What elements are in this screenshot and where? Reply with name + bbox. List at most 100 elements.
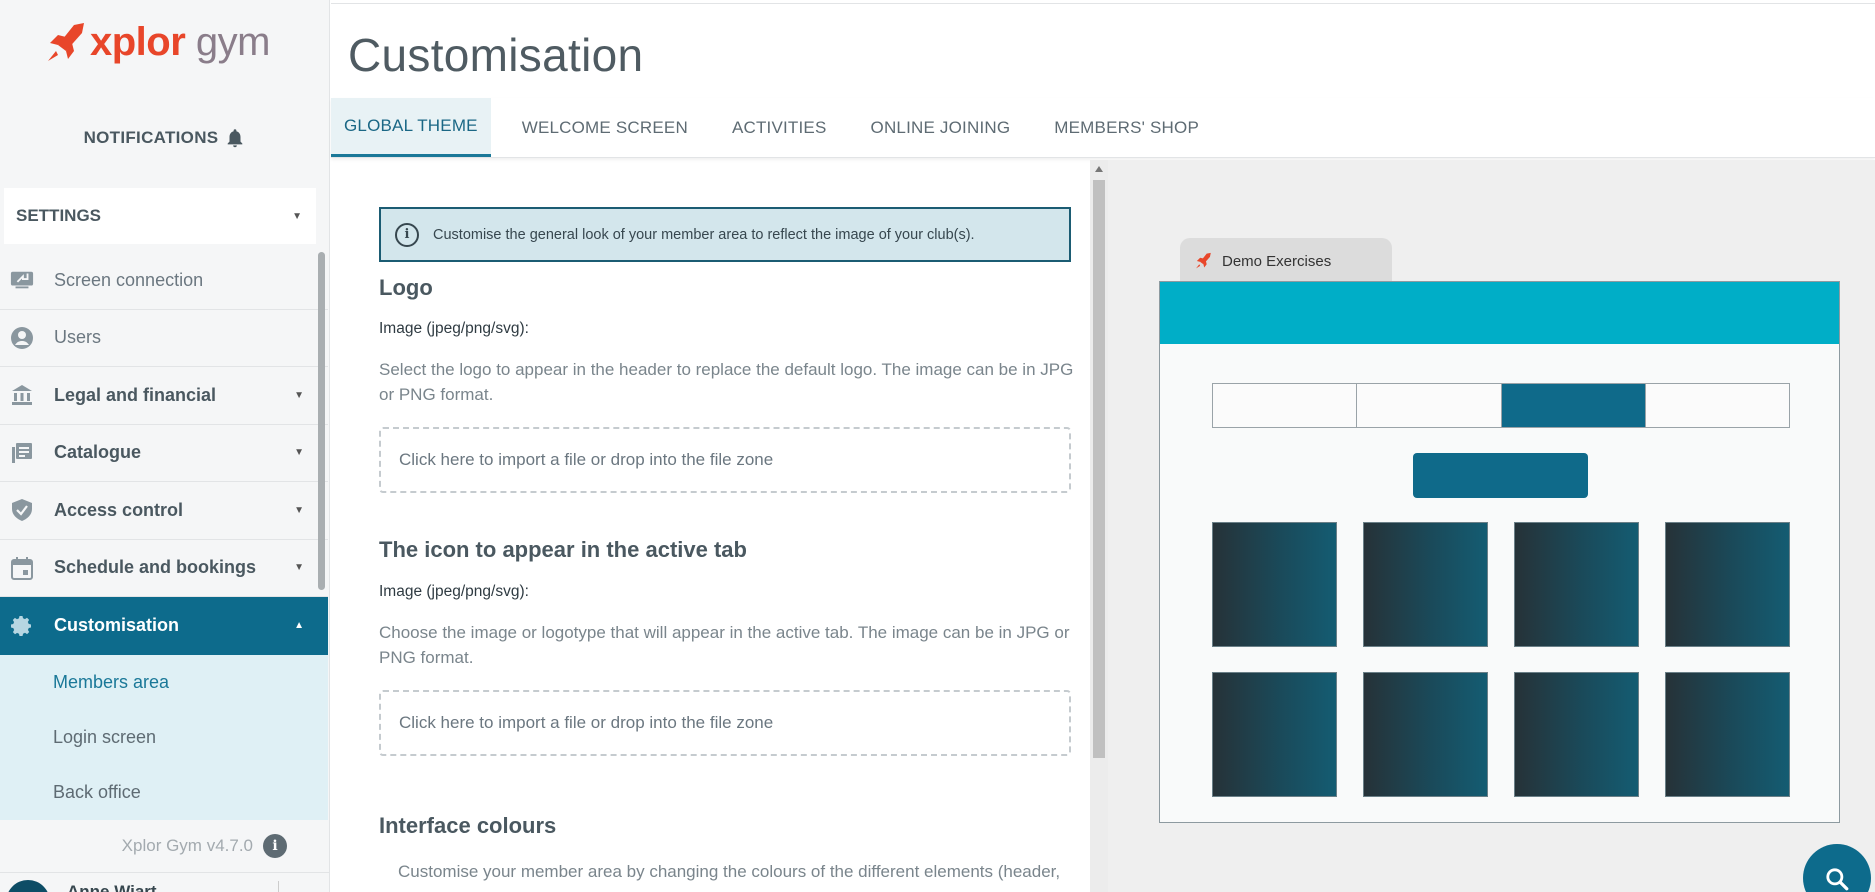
scroll-up-icon[interactable] <box>1095 166 1103 172</box>
shield-check-icon <box>10 498 34 522</box>
preview-tab <box>1357 384 1502 427</box>
preview-tabs <box>1212 383 1790 428</box>
search-icon <box>1826 868 1849 891</box>
user-profile[interactable]: Anne Wiart <box>0 872 330 892</box>
dropzone-label: Click here to import a file or drop into… <box>399 713 774 732</box>
tab-icon-heading: The icon to appear in the active tab <box>379 537 747 562</box>
sidebar-item-legal-and-financial[interactable]: Legal and financial ▼ <box>0 367 328 425</box>
sidebar-item-label: Catalogue <box>54 442 142 463</box>
calendar-icon <box>10 556 34 580</box>
interface-colours-heading: Interface colours <box>379 813 557 838</box>
gear-icon <box>10 614 34 638</box>
logo-heading: Logo <box>379 275 433 300</box>
preview-tile <box>1363 522 1488 647</box>
preview-tile <box>1514 522 1639 647</box>
logo-field-label: Image (jpeg/png/svg): <box>379 320 529 337</box>
sidebar-subitem-label: Back office <box>53 781 141 802</box>
preview-browser-window <box>1159 281 1840 823</box>
sidebar: xplor gym NOTIFICATIONS SETTINGS ▼ Scree… <box>0 0 330 892</box>
logo-description: Select the logo to appear in the header … <box>379 360 1074 404</box>
tab-activities[interactable]: ACTIVITIES <box>719 98 840 157</box>
sidebar-item-schedule-and-bookings[interactable]: Schedule and bookings ▼ <box>0 540 328 597</box>
sidebar-subitem-label: Login screen <box>53 726 157 747</box>
preview-tile <box>1212 672 1337 797</box>
dropzone-label: Click here to import a file or drop into… <box>399 450 774 469</box>
app-logo[interactable]: xplor gym <box>44 20 271 65</box>
preview-browser-tab: Demo Exercises <box>1180 238 1392 284</box>
divider <box>278 881 279 892</box>
preview-tab-title: Demo Exercises <box>1222 252 1332 270</box>
preview-tab-selected <box>1501 384 1646 427</box>
tab-label: MEMBERS' SHOP <box>1054 117 1199 137</box>
sidebar-subitem-login-screen[interactable]: Login screen <box>0 710 328 765</box>
sidebar-item-label: Customisation <box>54 615 180 636</box>
version-label: Xplor Gym v4.7.0 <box>121 836 253 855</box>
settings-select[interactable]: SETTINGS ▼ <box>4 188 316 244</box>
sidebar-subitem-back-office[interactable]: Back office <box>0 765 328 820</box>
info-alert: i Customise the general look of your mem… <box>379 207 1071 262</box>
sidebar-item-label: Access control <box>54 499 184 520</box>
sidebar-item-label: Users <box>54 327 102 348</box>
avatar <box>6 880 50 892</box>
tab-icon-file-dropzone[interactable]: Click here to import a file or drop into… <box>379 690 1071 756</box>
logo-file-dropzone[interactable]: Click here to import a file or drop into… <box>379 427 1071 493</box>
page-title: Customisation <box>348 29 644 81</box>
notifications-label: NOTIFICATIONS <box>83 128 219 147</box>
preview-tile <box>1665 522 1790 647</box>
sidebar-item-customisation[interactable]: Customisation ▲ <box>0 597 328 655</box>
sidebar-item-catalogue[interactable]: Catalogue ▼ <box>0 425 328 482</box>
tab-welcome-screen[interactable]: WELCOME SCREEN <box>509 98 701 157</box>
form-scrollbar[interactable] <box>1090 160 1108 892</box>
caret-up-icon: ▲ <box>294 620 304 632</box>
version-info: Xplor Gym v4.7.0 i <box>122 834 287 858</box>
caret-down-icon: ▼ <box>294 562 304 574</box>
tab-label: WELCOME SCREEN <box>521 117 688 137</box>
sidebar-scrollbar[interactable] <box>318 252 325 590</box>
tab-label: ACTIVITIES <box>731 117 827 137</box>
bell-icon <box>228 129 243 148</box>
caret-down-icon: ▼ <box>294 389 304 401</box>
info-circle-icon: i <box>395 222 419 247</box>
customisation-submenu: Members area Login screen Back office <box>0 654 328 820</box>
caret-down-icon: ▼ <box>292 210 302 222</box>
preview-button <box>1413 453 1588 498</box>
preview-header <box>1160 282 1839 344</box>
tab-label: GLOBAL THEME <box>344 116 478 135</box>
tab-label: ONLINE JOINING <box>870 117 1011 137</box>
tab-icon-field-label: Image (jpeg/png/svg): <box>379 583 529 600</box>
notifications-button[interactable]: NOTIFICATIONS <box>0 126 330 150</box>
tab-members-shop[interactable]: MEMBERS' SHOP <box>1041 98 1212 157</box>
preview-tab <box>1645 384 1789 427</box>
sidebar-item-access-control[interactable]: Access control ▼ <box>0 482 328 540</box>
sidebar-item-users[interactable]: Users <box>0 310 328 367</box>
interface-colours-description: Customise your member area by changing t… <box>398 862 1061 881</box>
bank-icon <box>10 383 34 407</box>
top-border <box>331 0 1875 4</box>
rocket-icon <box>1196 252 1211 269</box>
sidebar-item-screen-connection[interactable]: Screen connection <box>0 252 328 310</box>
screen-share-icon <box>10 268 34 292</box>
tab-global-theme[interactable]: GLOBAL THEME <box>331 98 491 157</box>
info-alert-text: Customise the general look of your membe… <box>433 226 975 243</box>
info-icon[interactable]: i <box>263 834 287 858</box>
logo-text: xplor gym <box>90 20 271 65</box>
logo-text-gym: gym <box>195 20 271 64</box>
user-name: Anne Wiart <box>67 882 157 892</box>
preview-tile <box>1514 672 1639 797</box>
scrollbar-thumb[interactable] <box>1093 180 1105 758</box>
sidebar-item-label: Screen connection <box>54 269 204 290</box>
caret-down-icon: ▼ <box>294 504 304 516</box>
sidebar-subitem-members-area[interactable]: Members area <box>0 655 328 710</box>
catalogue-icon <box>10 441 34 465</box>
sidebar-menu: Screen connection Users Legal and financ… <box>0 252 328 820</box>
preview-tab <box>1213 384 1358 427</box>
tab-online-joining[interactable]: ONLINE JOINING <box>858 98 1024 157</box>
tab-bar: GLOBAL THEME WELCOME SCREEN ACTIVITIES O… <box>331 98 1875 158</box>
logo-text-xplor: xplor <box>90 20 186 64</box>
preview-tile-grid <box>1212 522 1792 797</box>
preview-tile <box>1212 522 1337 647</box>
sidebar-item-label: Legal and financial <box>54 384 217 405</box>
global-theme-form: i Customise the general look of your mem… <box>332 160 1090 892</box>
sidebar-item-label: Schedule and bookings <box>54 557 257 578</box>
preview-tile <box>1363 672 1488 797</box>
